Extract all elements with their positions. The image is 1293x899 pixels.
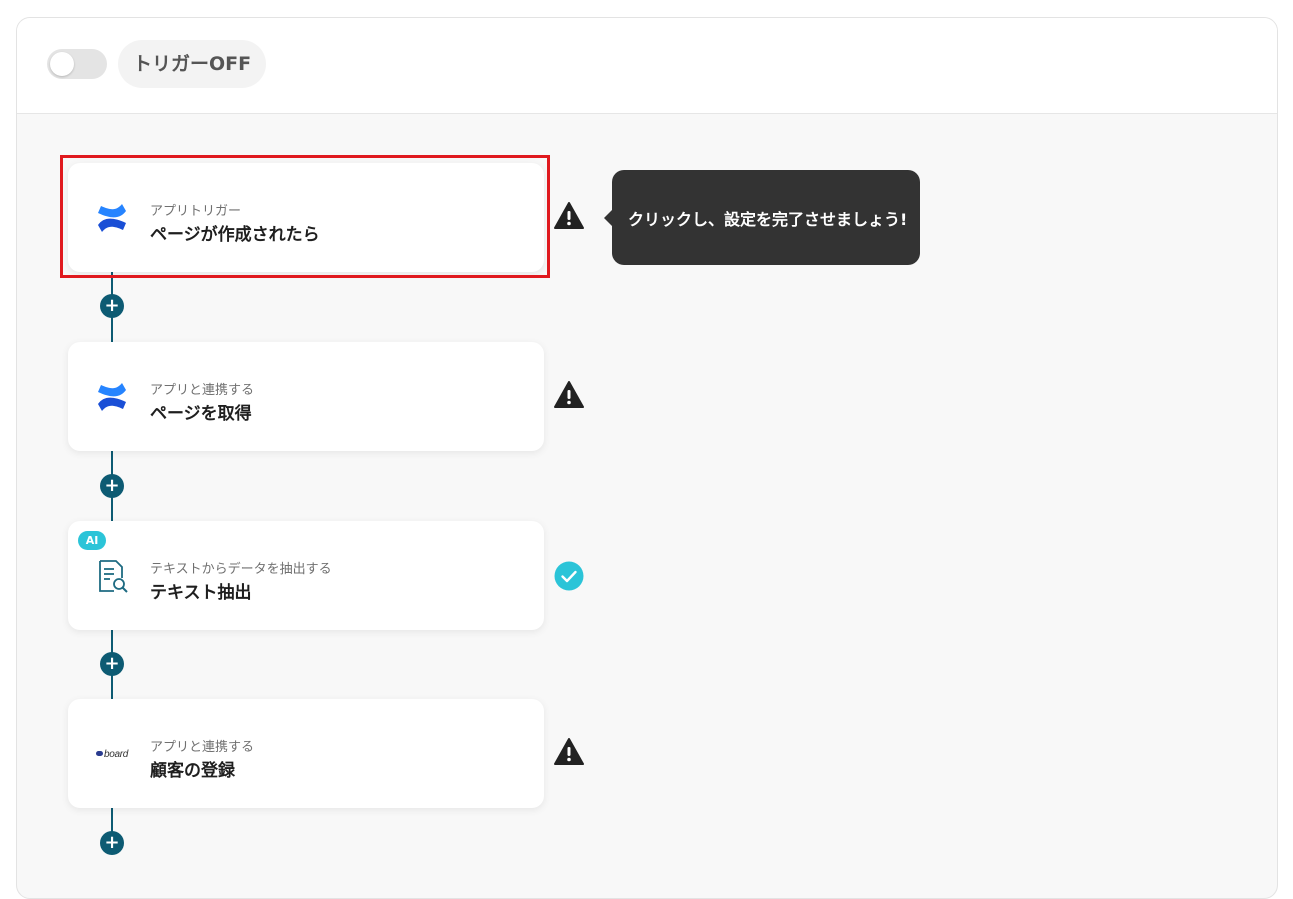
add-step-button[interactable]: +	[100, 652, 124, 676]
confluence-icon	[92, 377, 132, 417]
step-title: 顧客の登録	[150, 761, 235, 781]
step-type-label: テキストからデータを抽出する	[150, 562, 332, 577]
step-type-label: アプリと連携する	[150, 740, 255, 755]
add-step-button[interactable]: +	[100, 294, 124, 318]
step-type-label: アプリと連携する	[150, 383, 255, 398]
tooltip-arrow	[604, 210, 612, 226]
board-logo-text: board	[103, 748, 129, 760]
warning-icon	[554, 381, 584, 408]
flow-step-card-text-extract[interactable]: AI テキストからデータを抽出する テキスト抽出	[68, 521, 544, 630]
ai-badge: AI	[78, 531, 106, 550]
warning-icon	[554, 738, 584, 765]
step-title: テキスト抽出	[150, 583, 252, 603]
trigger-toggle[interactable]	[47, 49, 107, 79]
flow-step-card-register-customer[interactable]: board アプリと連携する 顧客の登録	[68, 699, 544, 808]
trigger-state-label: トリガーOFF	[118, 40, 267, 88]
flow-header: トリガーOFF	[17, 18, 1277, 114]
step-title: ページを取得	[150, 404, 252, 424]
add-step-button[interactable]: +	[100, 831, 124, 855]
flow-step-card-get-page[interactable]: アプリと連携する ページを取得	[68, 342, 544, 451]
check-circle-icon	[554, 561, 584, 591]
document-search-icon	[92, 556, 132, 596]
highlight-frame	[60, 155, 550, 278]
tooltip-text: クリックし、設定を完了させましょう!	[628, 210, 908, 229]
board-logo: board	[92, 734, 132, 774]
add-step-button[interactable]: +	[100, 474, 124, 498]
setup-tooltip: クリックし、設定を完了させましょう!	[604, 170, 920, 265]
toggle-knob	[50, 52, 74, 76]
warning-icon	[554, 202, 584, 229]
